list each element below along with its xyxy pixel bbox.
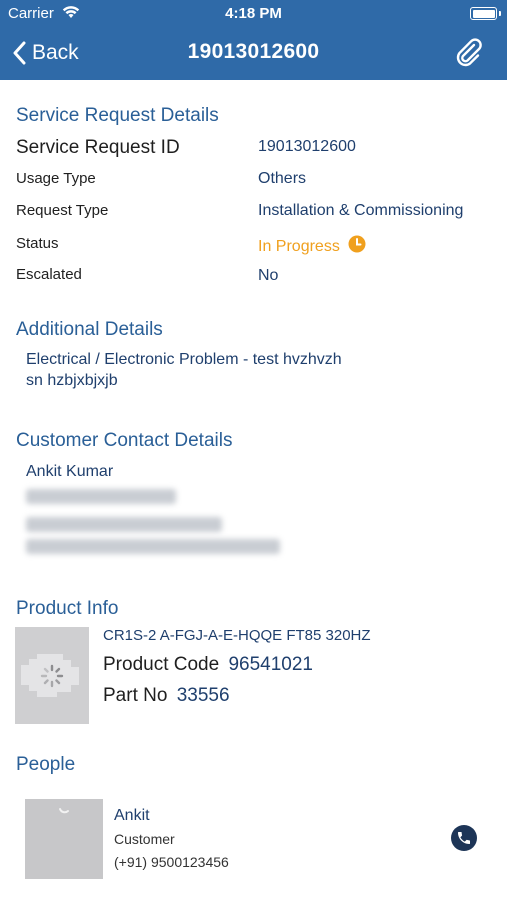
redacted-phone	[26, 489, 176, 504]
status-text: In Progress	[258, 238, 340, 255]
status-value: In Progress	[258, 235, 366, 258]
clock-time: 4:18 PM	[225, 5, 282, 22]
customer-name: Ankit Kumar	[26, 463, 114, 480]
service-request-section-title: Service Request Details	[16, 105, 219, 126]
avatar	[25, 799, 103, 879]
additional-details-line-2: sn hzbjxbjxjb	[26, 372, 118, 389]
request-type-label: Request Type	[16, 202, 109, 219]
product-code-value: 96541021	[228, 654, 314, 675]
navigation-bar: Carrier 4:18 PM Back 19013012600	[0, 0, 507, 80]
additional-details-text: Electrical / Electronic Problem - test h…	[26, 349, 426, 391]
people-section-title: People	[16, 754, 76, 775]
escalated-label: Escalated	[16, 266, 82, 283]
part-no-label: Part No	[103, 685, 168, 706]
battery-icon	[470, 7, 501, 20]
nav-header: Back 19013012600	[0, 28, 507, 80]
service-request-id-value: 19013012600	[258, 138, 356, 155]
person-phone: (+91) 9500123456	[114, 854, 229, 870]
escalated-value: No	[258, 267, 279, 284]
additional-details-section-title: Additional Details	[16, 319, 163, 340]
person-role: Customer	[114, 831, 175, 847]
loading-spinner-icon	[59, 808, 69, 814]
product-code-row: Product Code 96541021	[103, 654, 313, 676]
part-no-row: Part No 33556	[103, 685, 230, 707]
additional-details-line-1: Electrical / Electronic Problem - test h…	[26, 351, 342, 368]
page-title: 19013012600	[187, 40, 320, 63]
customer-contact-section-title: Customer Contact Details	[16, 430, 233, 451]
product-image	[15, 627, 89, 724]
part-no-value: 33556	[176, 685, 230, 706]
request-type-value: Installation & Commissioning	[258, 202, 464, 219]
redacted-address-line-2	[26, 539, 280, 554]
usage-type-label: Usage Type	[16, 170, 96, 187]
engine-placeholder-icon	[21, 654, 79, 697]
product-code-label: Product Code	[103, 654, 220, 675]
status-label: Status	[16, 235, 59, 252]
redacted-address-line-1	[26, 517, 222, 532]
person-name: Ankit	[114, 807, 150, 824]
status-bar: Carrier 4:18 PM	[0, 0, 507, 28]
service-request-id-label: Service Request ID	[16, 137, 180, 158]
usage-type-value: Others	[258, 170, 307, 187]
product-info-section-title: Product Info	[16, 598, 119, 619]
phone-icon[interactable]	[451, 825, 477, 851]
paperclip-icon[interactable]	[453, 37, 485, 74]
clock-icon	[348, 235, 366, 258]
product-model: CR1S-2 A-FGJ-A-E-HQQE FT85 320HZ	[103, 627, 371, 644]
